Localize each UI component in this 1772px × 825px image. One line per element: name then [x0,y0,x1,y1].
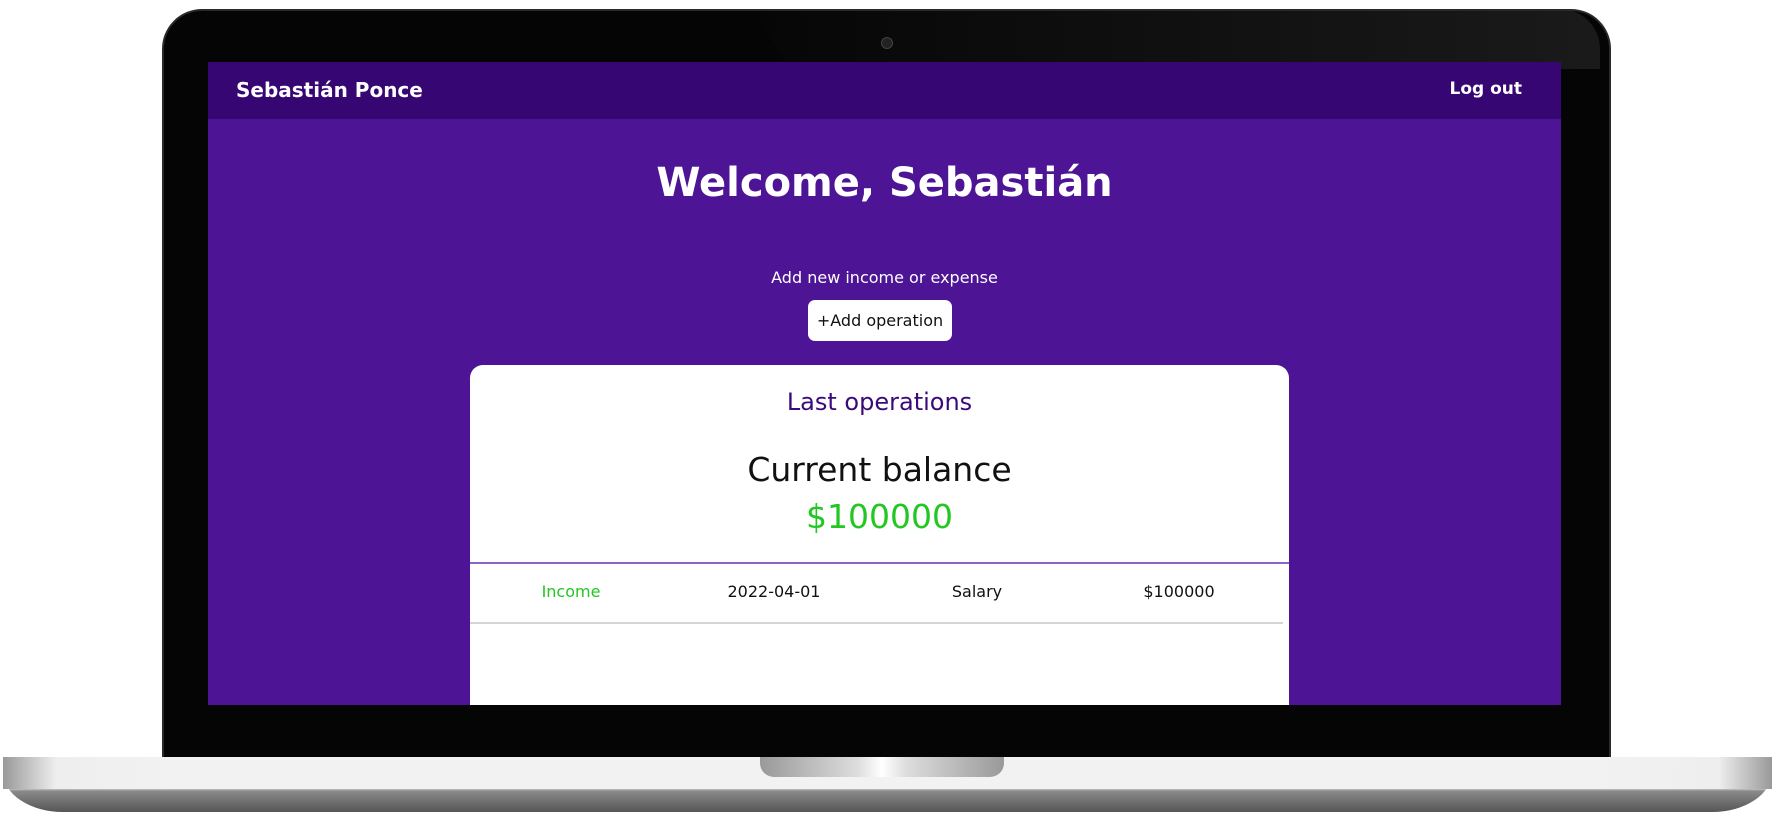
app-screen: Sebastián Ponce Log out Welcome, Sebasti… [208,62,1561,705]
add-operation-button[interactable]: +Add operation [808,300,952,341]
operation-amount: $100000 [1143,582,1215,601]
operation-concept: Salary [951,582,1003,601]
operation-date: 2022-04-01 [727,582,821,601]
add-operation-label: Add new income or expense [771,268,998,287]
navbar: Sebastián Ponce Log out [208,62,1561,119]
operation-row[interactable]: Income 2022-04-01 Salary $100000 [470,564,1283,624]
balance-label: Current balance [747,450,1012,489]
operations-card: Last operations Current balance $100000 … [470,365,1289,705]
laptop-notch [760,757,1004,777]
laptop-lid-reflection [754,9,1600,69]
brand-name: Sebastián Ponce [236,78,423,102]
logout-link[interactable]: Log out [1449,79,1522,99]
balance-value: $100000 [806,497,953,536]
page-title: Welcome, Sebastián [656,160,1113,206]
operation-type: Income [541,582,601,601]
card-title: Last operations [786,388,973,416]
camera-icon [881,37,893,49]
